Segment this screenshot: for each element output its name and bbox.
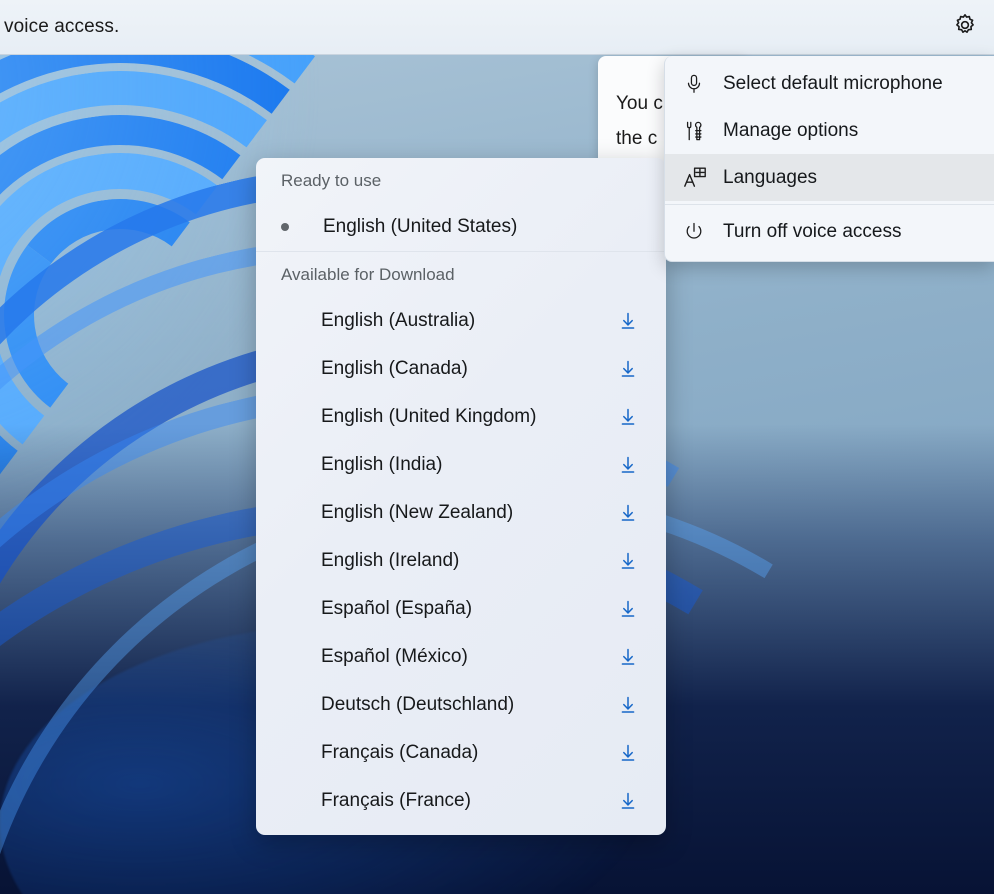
download-icon[interactable] <box>618 359 638 379</box>
download-icon[interactable] <box>618 791 638 811</box>
power-icon <box>683 221 717 243</box>
language-icon <box>683 166 717 190</box>
language-item-download[interactable]: Español (México) <box>256 633 666 681</box>
language-name: Français (Canada) <box>321 742 479 763</box>
download-icon[interactable] <box>618 455 638 475</box>
language-item-download[interactable]: English (Ireland) <box>256 537 666 585</box>
menu-item-label: Manage options <box>723 119 859 141</box>
page-title: voice access. <box>4 16 120 37</box>
download-icon[interactable] <box>618 503 638 523</box>
language-name: English (Ireland) <box>321 550 460 571</box>
language-item-download[interactable]: English (Australia) <box>256 297 666 345</box>
download-icon[interactable] <box>618 599 638 619</box>
language-name: English (Australia) <box>321 310 476 331</box>
download-section-title: Available for Download <box>281 264 455 284</box>
menu-divider <box>665 204 994 205</box>
screen-root: voice access. You c the c help Ready to … <box>0 0 994 894</box>
language-item-download[interactable]: English (India) <box>256 441 666 489</box>
gear-icon <box>952 12 978 43</box>
microphone-icon <box>683 73 717 95</box>
ready-section-title: Ready to use <box>281 170 382 190</box>
language-item-download[interactable]: Français (France) <box>256 777 666 825</box>
download-icon[interactable] <box>618 311 638 331</box>
language-item-download[interactable]: Français (Canada) <box>256 729 666 777</box>
language-name: Deutsch (Deutschland) <box>321 694 515 715</box>
menu-item-manage-options[interactable]: Manage options <box>665 107 994 154</box>
menu-item-label: Turn off voice access <box>723 220 902 242</box>
language-name: English (India) <box>321 454 443 475</box>
language-item-download[interactable]: Español (España) <box>256 585 666 633</box>
language-name: English (United Kingdom) <box>321 406 537 427</box>
menu-item-label: Select default microphone <box>723 72 943 94</box>
language-name: Français (France) <box>321 790 471 811</box>
download-icon[interactable] <box>618 743 638 763</box>
language-name: Español (México) <box>321 646 468 667</box>
tools-icon <box>683 120 717 142</box>
language-item-download[interactable]: English (New Zealand) <box>256 489 666 537</box>
languages-flyout: Ready to use English (United States) Ava… <box>256 158 666 835</box>
language-name: English (Canada) <box>321 358 468 379</box>
voice-access-bar: voice access. <box>0 0 994 55</box>
voice-access-settings-menu: Select default microphone Manage options <box>664 56 994 262</box>
download-icon[interactable] <box>618 407 638 427</box>
settings-button[interactable] <box>942 4 988 50</box>
menu-item-select-default-microphone[interactable]: Select default microphone <box>665 60 994 107</box>
language-name: Español (España) <box>321 598 473 619</box>
language-item-ready[interactable]: English (United States) <box>256 203 666 251</box>
language-item-download[interactable]: English (Canada) <box>256 345 666 393</box>
download-icon[interactable] <box>618 551 638 571</box>
download-icon[interactable] <box>618 695 638 715</box>
language-name: English (New Zealand) <box>321 502 514 523</box>
active-language-bullet-icon <box>281 223 321 231</box>
language-item-download[interactable]: English (United Kingdom) <box>256 393 666 441</box>
menu-item-languages[interactable]: Languages <box>665 154 994 201</box>
menu-item-turn-off-voice-access[interactable]: Turn off voice access <box>665 208 994 255</box>
download-icon[interactable] <box>618 647 638 667</box>
language-item-download[interactable]: Deutsch (Deutschland) <box>256 681 666 729</box>
language-name: English (United States) <box>323 216 518 237</box>
menu-item-label: Languages <box>723 166 818 188</box>
